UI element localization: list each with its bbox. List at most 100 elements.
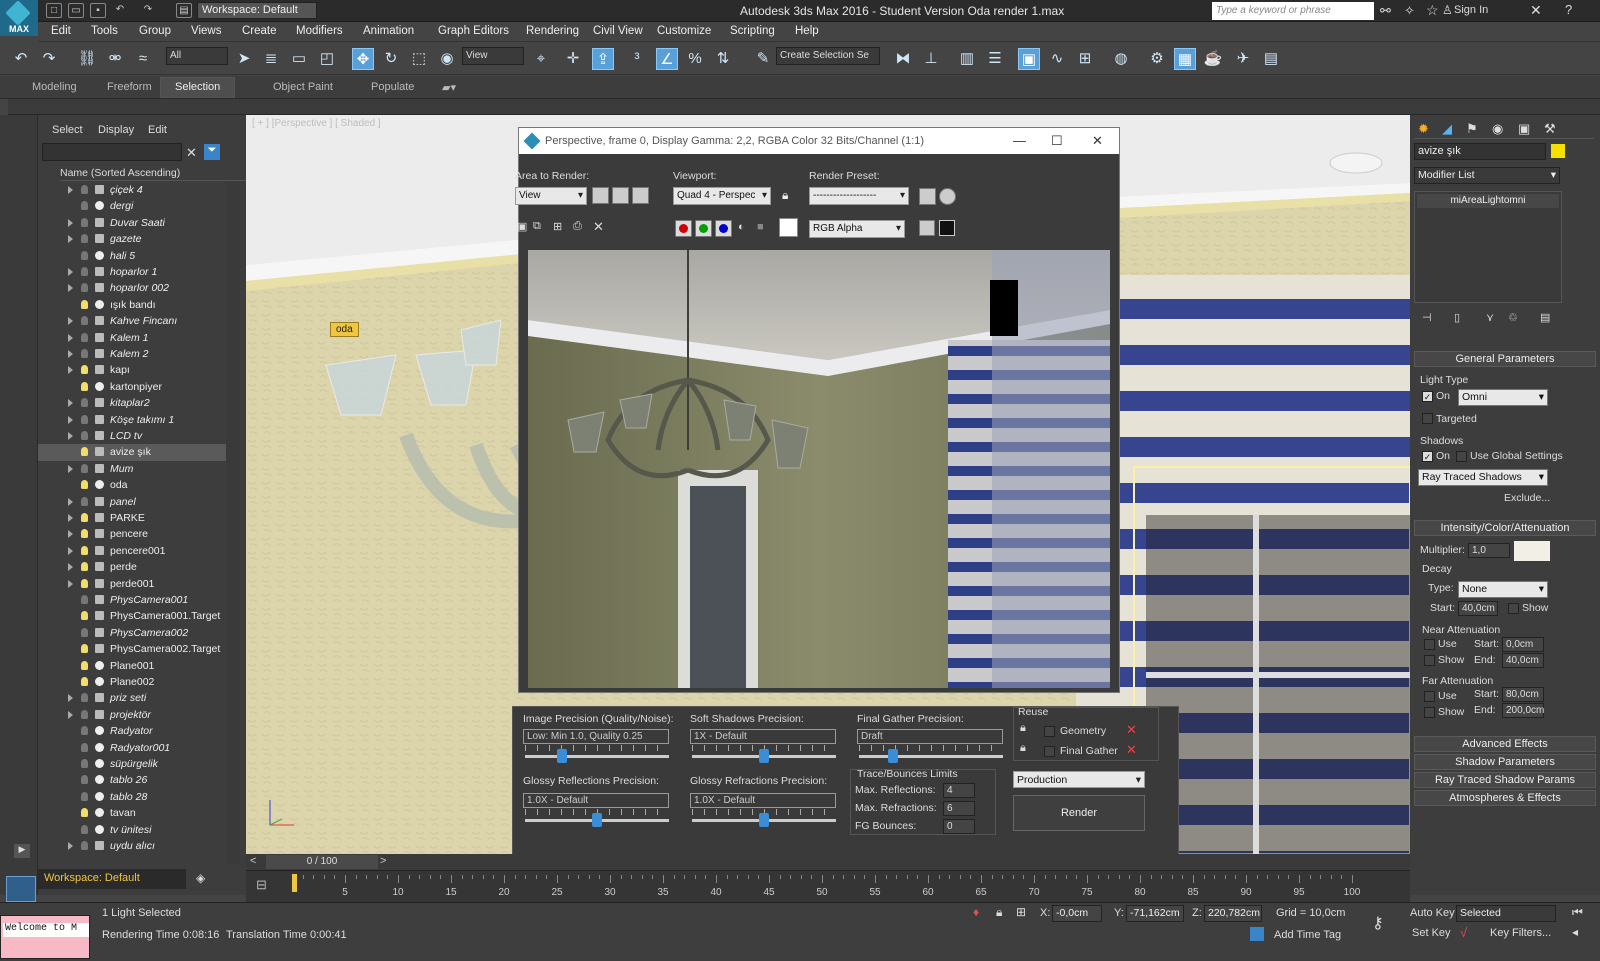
expand-arrow-icon[interactable]: [68, 235, 73, 244]
list-item[interactable]: LCD tv: [38, 428, 226, 444]
layers-icon[interactable]: ☰: [984, 48, 1006, 70]
expand-arrow-icon[interactable]: [68, 842, 73, 850]
app-logo[interactable]: MAX: [0, 0, 38, 36]
key-filters-button[interactable]: Key Filters...: [1490, 927, 1551, 939]
time-tag-icon[interactable]: [1250, 927, 1264, 941]
light-bulb-icon[interactable]: [81, 759, 88, 768]
list-item[interactable]: kitaplar2: [38, 395, 226, 411]
light-bulb-icon[interactable]: [81, 349, 88, 358]
list-item[interactable]: hoparlor 002: [38, 280, 226, 296]
light-bulb-icon[interactable]: [81, 611, 88, 621]
expand-arrow-icon[interactable]: [68, 268, 73, 276]
scene-filter-input[interactable]: [42, 143, 182, 161]
link-icon[interactable]: ⛓: [76, 48, 98, 70]
help-icon[interactable]: ?: [1565, 2, 1572, 17]
menu-edit[interactable]: Edit: [51, 25, 71, 37]
light-bulb-icon[interactable]: [81, 283, 88, 293]
glossy-refractions-knob[interactable]: [759, 813, 769, 827]
light-bulb-icon[interactable]: [81, 578, 88, 588]
new-file-icon[interactable]: □: [46, 3, 62, 18]
use-global-settings-checkbox[interactable]: [1456, 451, 1467, 462]
list-item[interactable]: Plane002: [38, 674, 226, 690]
make-unique-icon[interactable]: ⋎: [1486, 311, 1494, 324]
blue-channel-toggle[interactable]: [715, 220, 732, 237]
list-item[interactable]: pencere001: [38, 543, 226, 559]
list-item[interactable]: PhysCamera002: [38, 625, 226, 641]
pin-stack-icon[interactable]: ⊣: [1422, 311, 1432, 324]
close-button[interactable]: ✕: [1092, 133, 1103, 149]
expand-arrow-icon[interactable]: [68, 432, 73, 440]
workspace-dropdown[interactable]: Workspace: Default: [197, 2, 317, 19]
light-bulb-icon[interactable]: [81, 431, 88, 440]
user-icon[interactable]: ♙: [1442, 3, 1453, 17]
light-bulb-icon[interactable]: [81, 217, 88, 227]
schematic-view-icon[interactable]: ⊞: [1074, 48, 1096, 70]
glossy-reflections-knob[interactable]: [592, 813, 602, 827]
shadows-on-checkbox[interactable]: ✓: [1422, 451, 1433, 462]
shadow-parameters-rollout[interactable]: Shadow Parameters: [1414, 754, 1596, 770]
open-file-icon[interactable]: ▭: [68, 3, 84, 18]
select-object-icon[interactable]: ➤: [233, 48, 255, 70]
expand-arrow-icon[interactable]: [68, 284, 73, 293]
tab-selection[interactable]: Selection: [160, 77, 236, 98]
light-on-checkbox[interactable]: ✓: [1422, 391, 1433, 402]
next-frame-icon[interactable]: >: [380, 855, 386, 867]
list-item[interactable]: süpürgelik: [38, 756, 226, 772]
scene-list-scrollbar[interactable]: [226, 182, 240, 864]
scene-workspace-label[interactable]: Workspace: Default: [38, 869, 186, 889]
select-and-move-icon[interactable]: ✥: [352, 48, 374, 70]
near-start-input[interactable]: 0,0cm: [1502, 637, 1544, 652]
list-item[interactable]: avize şık: [38, 444, 226, 461]
list-item[interactable]: kapı: [38, 362, 226, 378]
light-bulb-icon[interactable]: [81, 791, 88, 801]
clear-final-gather-icon[interactable]: ✕: [1126, 742, 1137, 758]
expand-arrow-icon[interactable]: [68, 546, 73, 555]
region-icon[interactable]: [632, 187, 649, 204]
list-item[interactable]: çiçek 4: [38, 182, 226, 198]
window-crossing-icon[interactable]: ◰: [316, 48, 338, 70]
communication-icon[interactable]: ✧: [1404, 3, 1415, 19]
list-item[interactable]: uydu alıcı: [38, 838, 226, 854]
list-item[interactable]: oda: [38, 477, 226, 493]
light-bulb-icon[interactable]: [81, 644, 88, 654]
material-editor-icon[interactable]: ◍: [1110, 48, 1132, 70]
light-bulb-icon[interactable]: [81, 808, 88, 818]
decay-start-input[interactable]: 40,0cm: [1458, 601, 1498, 616]
multiplier-input[interactable]: 1,0: [1468, 543, 1510, 558]
list-item[interactable]: PhysCamera001.Target: [38, 608, 226, 624]
expand-arrow-icon[interactable]: [68, 218, 73, 227]
clone-window-icon[interactable]: ⊞: [553, 220, 562, 233]
soft-shadows-knob[interactable]: [759, 749, 769, 763]
intensity-rollout[interactable]: Intensity/Color/Attenuation: [1414, 520, 1596, 536]
fg-bounces-input[interactable]: 0: [943, 819, 975, 834]
image-precision-slider[interactable]: [525, 745, 669, 763]
list-item[interactable]: priz seti: [38, 690, 226, 706]
monochrome-icon[interactable]: ■: [757, 221, 764, 233]
list-item[interactable]: Duvar Saati: [38, 215, 226, 231]
minimize-button[interactable]: —: [1013, 133, 1026, 148]
rendered-image[interactable]: [528, 250, 1110, 688]
light-bulb-icon[interactable]: [81, 316, 88, 326]
x-coord-input[interactable]: -0,0cm: [1052, 905, 1102, 922]
list-item[interactable]: tablo 26: [38, 772, 226, 788]
prev-frame-icon[interactable]: <: [250, 855, 256, 867]
light-bulb-icon[interactable]: [81, 250, 88, 260]
edit-region-icon[interactable]: [592, 187, 609, 204]
render-iterative-icon[interactable]: ✈: [1232, 48, 1254, 70]
light-bulb-icon[interactable]: [81, 660, 88, 670]
light-bulb-icon[interactable]: [81, 545, 88, 555]
percent-snap-icon[interactable]: %: [684, 48, 706, 70]
list-item[interactable]: ışık bandı: [38, 297, 226, 313]
scene-tab-select[interactable]: Select: [52, 124, 83, 136]
key-filter-curve-icon[interactable]: √: [1460, 925, 1467, 940]
clear-geometry-icon[interactable]: ✕: [1126, 722, 1137, 738]
mirror-icon[interactable]: ⧓: [892, 48, 914, 70]
list-item[interactable]: tavan: [38, 805, 226, 821]
reference-coord-dropdown[interactable]: View: [462, 47, 524, 65]
light-bulb-icon[interactable]: [81, 414, 88, 424]
layers-stack-icon[interactable]: ◈: [196, 871, 205, 885]
alpha-channel-icon[interactable]: ◐: [738, 221, 745, 233]
motion-tab-icon[interactable]: ◉: [1492, 121, 1503, 137]
mini-curve-editor-icon[interactable]: ⊟: [256, 877, 267, 893]
scene-explorer-icon[interactable]: ▣: [1018, 48, 1040, 70]
